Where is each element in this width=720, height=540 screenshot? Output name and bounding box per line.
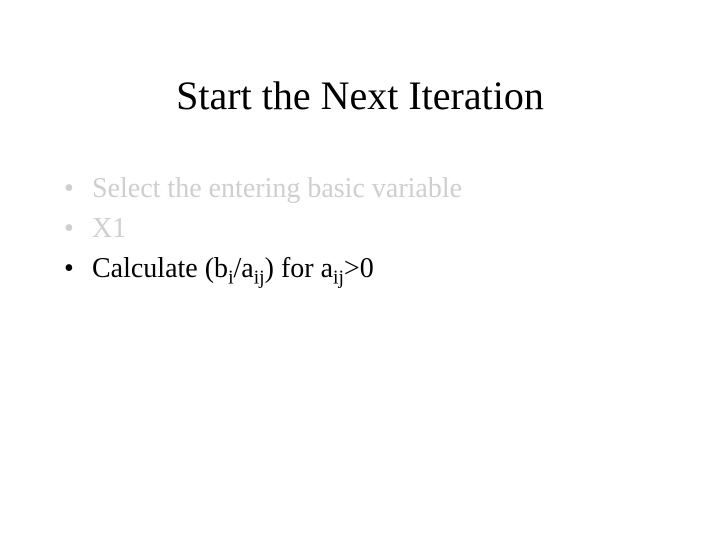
formula-part: Calculate (b: [92, 253, 228, 284]
bullet-item-3: • Calculate (bi/aij) for aij>0: [64, 250, 656, 288]
formula-part: >0: [344, 253, 374, 284]
slide: Start the Next Iteration • Select the en…: [0, 0, 720, 540]
bullet-glyph: •: [64, 250, 92, 288]
bullet-item-1: • Select the entering basic variable: [64, 170, 656, 208]
formula-part: /a: [234, 253, 254, 284]
slide-title: Start the Next Iteration: [0, 72, 720, 119]
slide-body: • Select the entering basic variable • X…: [64, 170, 656, 289]
bullet-glyph: •: [64, 170, 92, 208]
bullet-glyph: •: [64, 210, 92, 248]
bullet-text: Select the entering basic variable: [92, 170, 462, 208]
formula-part: ) for a: [265, 253, 333, 284]
bullet-text: X1: [92, 210, 126, 248]
bullet-text: Calculate (bi/aij) for aij>0: [92, 250, 374, 288]
formula-subscript: ij: [254, 267, 265, 288]
formula-subscript: ij: [333, 267, 344, 288]
bullet-item-2: • X1: [64, 210, 656, 248]
